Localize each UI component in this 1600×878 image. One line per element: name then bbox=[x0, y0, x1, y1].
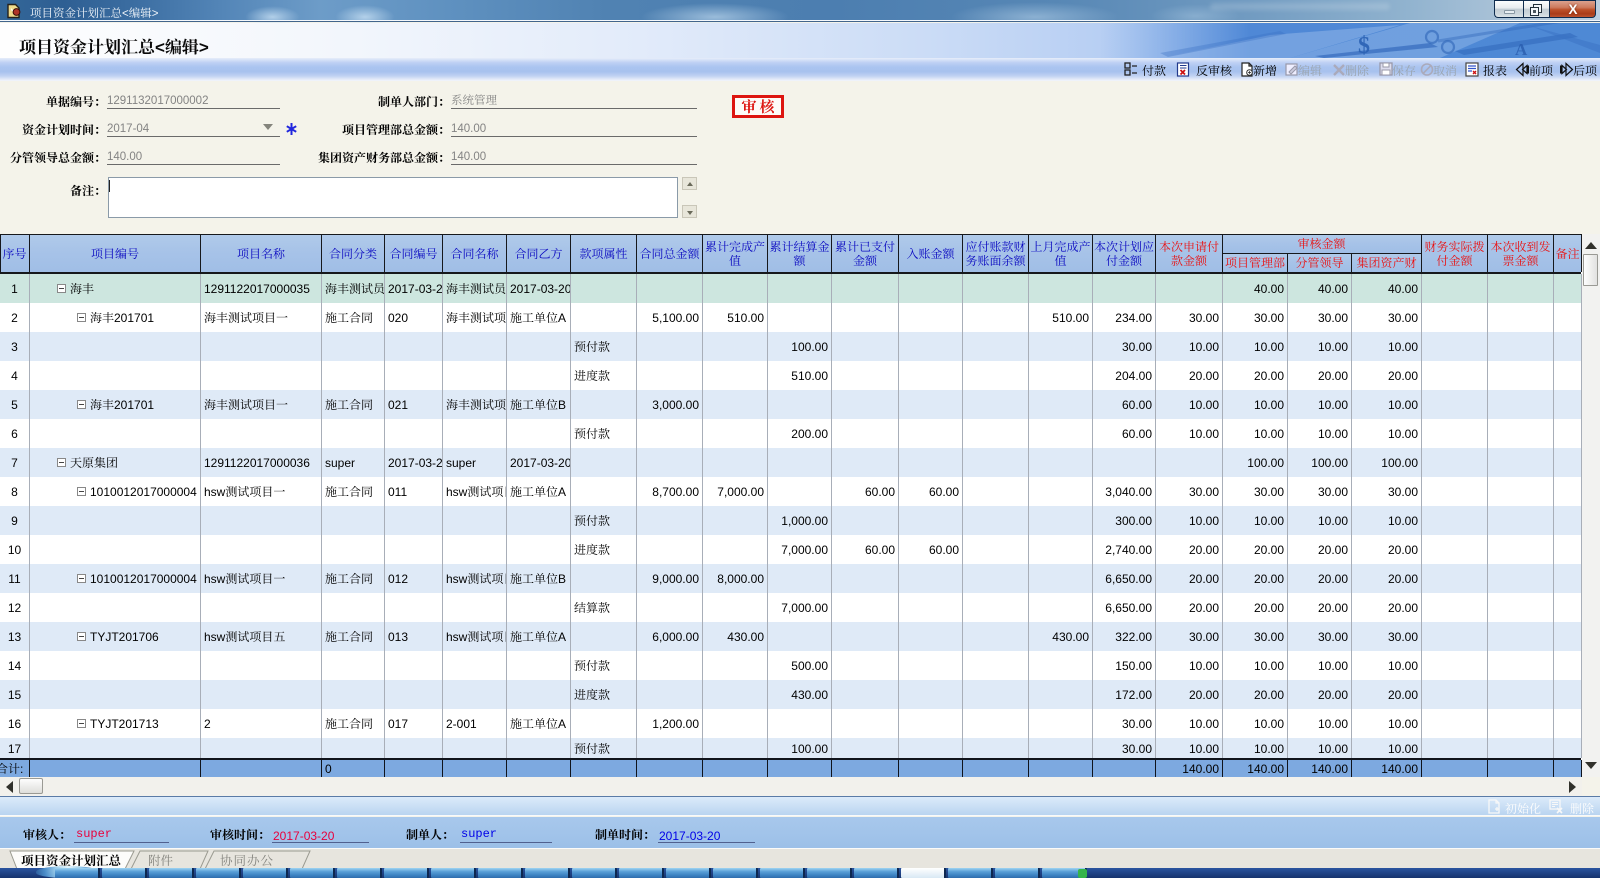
svg-text:A: A bbox=[1515, 40, 1528, 58]
svg-text:$: $ bbox=[1358, 33, 1370, 58]
